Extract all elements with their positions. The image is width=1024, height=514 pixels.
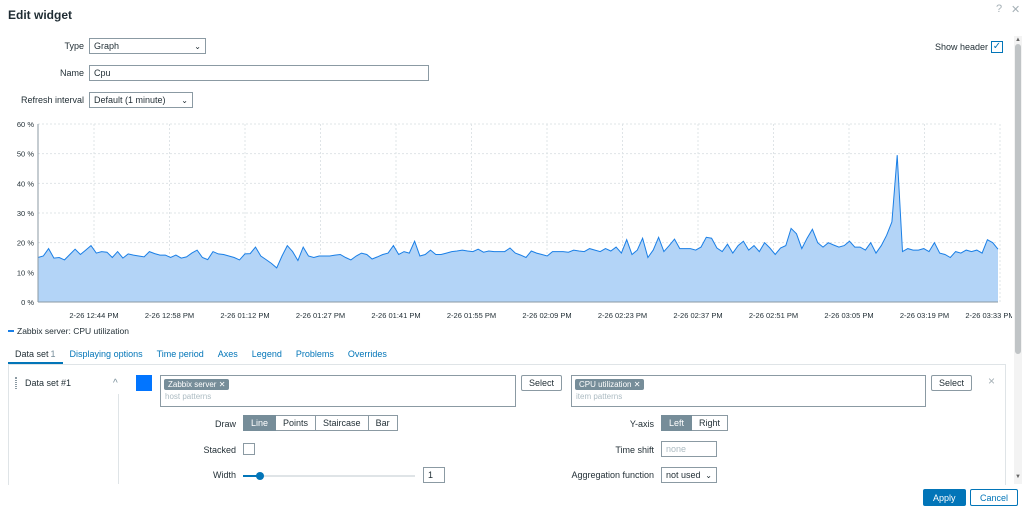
refresh-interval-select[interactable]: Default (1 minute) ⌄ <box>89 92 193 108</box>
scroll-down-icon[interactable]: ▼ <box>1014 474 1022 480</box>
tab-displaying-options[interactable]: Displaying options <box>63 343 150 364</box>
chip-remove-icon[interactable]: ✕ <box>634 380 641 389</box>
time-shift-label: Time shift <box>615 445 654 455</box>
data-set-divider <box>118 394 119 484</box>
x-tick-label: 2-26 01:41 PM <box>371 311 420 320</box>
host-patterns-field[interactable]: Zabbix server ✕ host patterns <box>160 375 516 407</box>
type-value: Graph <box>94 41 120 51</box>
y-axis-segmented-control: Left Right <box>661 415 729 431</box>
data-set-title: Data set #1 <box>25 378 72 388</box>
type-label: Type <box>64 41 84 51</box>
chevron-down-icon: ⌄ <box>705 470 712 480</box>
x-tick-label: 2-26 03:19 PM <box>900 311 949 320</box>
y-tick-label: 20 % <box>17 239 34 248</box>
draw-label: Draw <box>214 419 236 429</box>
x-tick-label: 2-26 12:44 PM <box>69 311 118 320</box>
y-axis-left-option[interactable]: Left <box>661 415 693 431</box>
x-tick-label: 2-26 02:37 PM <box>673 311 722 320</box>
stacked-checkbox[interactable] <box>243 443 255 455</box>
y-tick-label: 50 % <box>17 150 34 159</box>
refresh-interval-value: Default (1 minute) <box>94 95 166 105</box>
host-patterns-placeholder: host patterns <box>165 392 212 401</box>
tab-axes[interactable]: Axes <box>211 343 245 364</box>
x-tick-label: 2-26 12:58 PM <box>145 311 194 320</box>
aggregation-function-select[interactable]: not used ⌄ <box>661 467 717 483</box>
host-select-button[interactable]: Select <box>521 375 563 391</box>
width-input[interactable]: 1 <box>423 467 445 483</box>
draw-segmented-control: Line Points Staircase Bar <box>243 415 398 431</box>
x-tick-label: 2-26 02:51 PM <box>749 311 798 320</box>
close-icon[interactable]: ✕ <box>1011 3 1020 16</box>
aggregation-function-value: not used <box>666 470 701 480</box>
tab-overrides[interactable]: Overrides <box>341 343 394 364</box>
x-axis: 2-26 12:44 PM 2-26 12:58 PM 2-26 01:12 PM 2… <box>38 301 1012 320</box>
time-shift-input[interactable]: none <box>661 441 717 457</box>
stacked-label: Stacked <box>203 445 236 455</box>
width-label: Width <box>212 470 236 480</box>
item-select-button[interactable]: Select <box>931 375 973 391</box>
legend-item: Zabbix server: CPU utilization <box>17 326 129 336</box>
draw-staircase-option[interactable]: Staircase <box>316 415 369 431</box>
x-tick-label: 2-26 03:33 PM <box>965 311 1012 320</box>
color-picker[interactable] <box>136 375 152 391</box>
chart-series-area <box>37 155 999 302</box>
y-tick-label: 10 % <box>17 268 34 277</box>
dialog-title: Edit widget <box>8 8 72 22</box>
chevron-down-icon: ⌄ <box>181 95 188 105</box>
show-header-label: Show header <box>935 42 989 52</box>
series-area-fill <box>38 155 998 302</box>
host-chip: Zabbix server ✕ <box>164 379 230 390</box>
tab-data-set[interactable]: Data set 1 <box>8 343 63 364</box>
x-tick-label: 2-26 03:05 PM <box>824 311 873 320</box>
legend-swatch <box>8 330 14 332</box>
apply-button[interactable]: Apply <box>923 489 966 506</box>
x-tick-label: 2-26 01:55 PM <box>447 311 496 320</box>
name-input[interactable]: Cpu <box>89 65 429 81</box>
graph-preview: 60 % 50 % 40 % 30 % 20 % 10 % 0 % 2-26 12:44 P… <box>17 120 1012 320</box>
item-chip: CPU utilization ✕ <box>575 379 645 390</box>
y-axis-label: Y-axis <box>629 419 654 429</box>
dialog-footer <box>0 485 1024 514</box>
y-tick-label: 0 % <box>21 298 34 307</box>
x-tick-label: 2-26 02:09 PM <box>522 311 571 320</box>
draw-points-option[interactable]: Points <box>276 415 317 431</box>
y-tick-label: 30 % <box>17 209 34 218</box>
draw-line-option[interactable]: Line <box>243 415 277 431</box>
type-select[interactable]: Graph ⌄ <box>89 38 206 54</box>
refresh-interval-label: Refresh interval <box>20 95 84 105</box>
y-tick-label: 60 % <box>17 120 34 129</box>
y-axis-right-option[interactable]: Right <box>692 415 729 431</box>
item-patterns-field[interactable]: CPU utilization ✕ item patterns <box>571 375 926 407</box>
show-header-checkbox[interactable]: ✓ <box>991 41 1003 53</box>
tab-legend[interactable]: Legend <box>245 343 289 364</box>
tab-bar: Data set 1 Displaying options Time period… <box>8 343 1006 365</box>
drag-handle-icon[interactable] <box>15 377 17 389</box>
scroll-up-icon[interactable]: ▲ <box>1014 37 1022 43</box>
chevron-down-icon: ⌄ <box>194 41 201 51</box>
remove-data-set-icon[interactable]: × <box>988 374 995 388</box>
x-tick-label: 2-26 01:12 PM <box>220 311 269 320</box>
scrollbar-thumb[interactable] <box>1015 44 1021 354</box>
x-tick-label: 2-26 01:27 PM <box>296 311 345 320</box>
width-slider-track[interactable] <box>243 475 415 477</box>
chip-remove-icon[interactable]: ✕ <box>219 380 226 389</box>
help-icon[interactable]: ? <box>996 3 1002 15</box>
x-tick-label: 2-26 02:23 PM <box>598 311 647 320</box>
aggregation-function-label: Aggregation function <box>571 470 654 480</box>
item-patterns-placeholder: item patterns <box>576 392 623 401</box>
y-tick-label: 40 % <box>17 179 34 188</box>
tab-problems[interactable]: Problems <box>289 343 341 364</box>
cancel-button[interactable]: Cancel <box>970 489 1019 506</box>
tab-time-period[interactable]: Time period <box>150 343 211 364</box>
collapse-icon[interactable]: ^ <box>113 378 118 389</box>
draw-bar-option[interactable]: Bar <box>368 415 398 431</box>
name-label: Name <box>59 68 84 78</box>
y-axis: 60 % 50 % 40 % 30 % 20 % 10 % 0 % <box>17 120 39 307</box>
